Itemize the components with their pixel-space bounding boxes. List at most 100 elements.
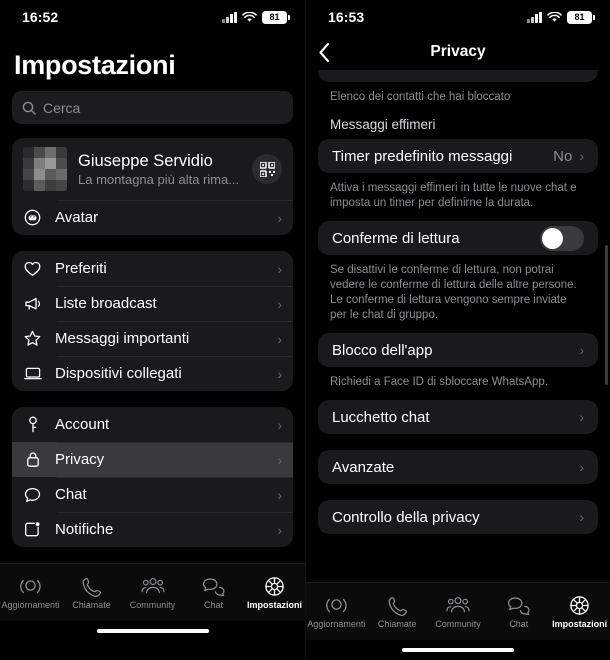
status-indicators: 81 [527, 10, 595, 24]
gear-icon [264, 576, 285, 598]
read-receipts-note: Se disattivi le conferme di lettura, non… [330, 264, 577, 321]
profile-name: Giuseppe Servidio [78, 151, 213, 170]
row-read-receipts[interactable]: Conferme di lettura [318, 221, 598, 255]
gear-icon [569, 595, 590, 617]
phone-icon [388, 595, 407, 617]
sidebar-item-label: Privacy [55, 451, 105, 468]
updates-icon [20, 576, 41, 598]
profile-status: La montagna più alta rima... [78, 171, 240, 187]
app-lock-card: Blocco dell'app › [318, 333, 598, 367]
tab-label: Impostazioni [552, 618, 608, 629]
search-icon [22, 101, 36, 115]
updates-icon [326, 595, 347, 617]
tab-impostazioni[interactable]: Impostazioni [549, 595, 610, 629]
row-label: Controllo della privacy [332, 508, 480, 526]
cellular-signal-icon [222, 11, 237, 23]
wifi-icon [547, 11, 562, 23]
search-input[interactable]: Cerca [12, 91, 293, 124]
sidebar-item-label: Preferiti [55, 260, 107, 277]
battery-indicator: 81 [567, 10, 595, 24]
lock-icon [23, 451, 42, 468]
status-time: 16:52 [22, 9, 59, 25]
dual-screenshot: 16:52 81 Impostazioni Cerca Giuseppe Ser… [0, 0, 610, 660]
tab-label: Chat [509, 618, 529, 629]
qr-code-icon[interactable] [252, 154, 282, 184]
sidebar-item-label: Messaggi importanti [55, 330, 190, 347]
chevron-right-icon: › [277, 365, 282, 382]
chat-bubble-icon [23, 487, 42, 503]
chevron-right-icon: › [579, 148, 584, 164]
sidebar-item-chat[interactable]: Chat › [12, 477, 293, 512]
profile-group: Giuseppe Servidio La montagna più alta r… [12, 138, 293, 235]
clipped-card-top [318, 70, 598, 82]
laptop-icon [23, 366, 42, 381]
chevron-right-icon: › [277, 451, 282, 468]
sidebar-item-label: Liste broadcast [55, 295, 157, 312]
sidebar-item-messaggi-importanti[interactable]: Messaggi importanti › [12, 321, 293, 356]
sidebar-item-avatar[interactable]: Avatar › [12, 200, 293, 235]
notification-icon [23, 521, 42, 538]
sidebar-item-notifiche[interactable]: Notifiche › [12, 512, 293, 547]
chevron-right-icon: › [277, 521, 282, 538]
sidebar-group-one: Preferiti › Liste broadcast › Messaggi i… [12, 251, 293, 391]
sidebar-item-account[interactable]: Account › [12, 407, 293, 442]
row-app-lock[interactable]: Blocco dell'app › [318, 333, 598, 367]
star-icon [23, 330, 42, 347]
sidebar-item-liste-broadcast[interactable]: Liste broadcast › [12, 286, 293, 321]
chevron-right-icon: › [277, 486, 282, 503]
row-advanced[interactable]: Avanzate › [318, 450, 598, 484]
row-label: Conferme di lettura [332, 229, 460, 247]
settings-panel: 16:52 81 Impostazioni Cerca Giuseppe Ser… [0, 0, 305, 660]
community-icon [446, 595, 470, 617]
section-header-ephemeral: Messaggi effimeri [330, 117, 436, 132]
row-label: Lucchetto chat [332, 408, 430, 426]
nav-bar: Privacy [306, 34, 610, 70]
row-privacy-checkup[interactable]: Controllo della privacy › [318, 500, 598, 534]
privacy-panel: 16:53 81 Privacy Elenco dei contatti che… [305, 0, 610, 660]
back-button[interactable] [318, 42, 331, 63]
ephemeral-note: Attiva i messaggi effimeri in tutte le n… [330, 182, 577, 209]
tab-chat[interactable]: Chat [183, 576, 244, 610]
chevron-right-icon: › [277, 295, 282, 312]
tab-aggiornamenti[interactable]: Aggiornamenti [0, 576, 61, 610]
privacy-scroll-area[interactable]: Elenco dei contatti che hai bloccato Mes… [306, 70, 610, 582]
tab-chiamate[interactable]: Chiamate [367, 595, 428, 629]
sidebar-item-dispositivi-collegati[interactable]: Dispositivi collegati › [12, 356, 293, 391]
chevron-right-icon: › [579, 459, 584, 475]
tab-label: Aggiornamenti [1, 599, 60, 610]
battery-indicator: 81 [262, 10, 290, 24]
sidebar-group-two: Account › Privacy › Chat › Notifiche › [12, 407, 293, 547]
sidebar-item-privacy[interactable]: Privacy › [12, 442, 293, 477]
tab-label: Chiamate [377, 618, 417, 629]
tab-chat[interactable]: Chat [488, 595, 549, 629]
row-value: No [553, 147, 573, 165]
tab-bar-left: Aggiornamenti Chiamate Community Chat Im… [0, 563, 305, 621]
row-label: Timer predefinito messaggi [332, 147, 513, 165]
chevron-right-icon: › [277, 416, 282, 433]
row-label: Avanzate [332, 458, 395, 476]
phone-icon [82, 576, 101, 598]
avatar-face-icon [23, 209, 42, 226]
row-label: Blocco dell'app [332, 341, 433, 359]
tab-chiamate[interactable]: Chiamate [61, 576, 122, 610]
sidebar-item-preferiti[interactable]: Preferiti › [12, 251, 293, 286]
page-title: Impostazioni [14, 50, 176, 80]
scrollbar[interactable] [605, 245, 608, 385]
tab-bar-right: Aggiornamenti Chiamate Community Chat Im… [306, 582, 610, 640]
tab-community[interactable]: Community [122, 576, 183, 610]
privacy-checkup-card: Controllo della privacy › [318, 500, 598, 534]
tab-impostazioni[interactable]: Impostazioni [244, 576, 305, 610]
profile-row[interactable]: Giuseppe Servidio La montagna più alta r… [12, 138, 293, 200]
row-chat-lock[interactable]: Lucchetto chat › [318, 400, 598, 434]
tab-label: Impostazioni [246, 599, 302, 610]
tab-aggiornamenti[interactable]: Aggiornamenti [306, 595, 367, 629]
tab-community[interactable]: Community [428, 595, 489, 629]
chevron-right-icon: › [579, 342, 584, 358]
ephemeral-card: Timer predefinito messaggi No › [318, 139, 598, 173]
read-receipts-card: Conferme di lettura [318, 221, 598, 255]
nav-title: Privacy [430, 43, 486, 60]
read-receipts-toggle[interactable] [540, 225, 584, 251]
row-default-message-timer[interactable]: Timer predefinito messaggi No › [318, 139, 598, 173]
